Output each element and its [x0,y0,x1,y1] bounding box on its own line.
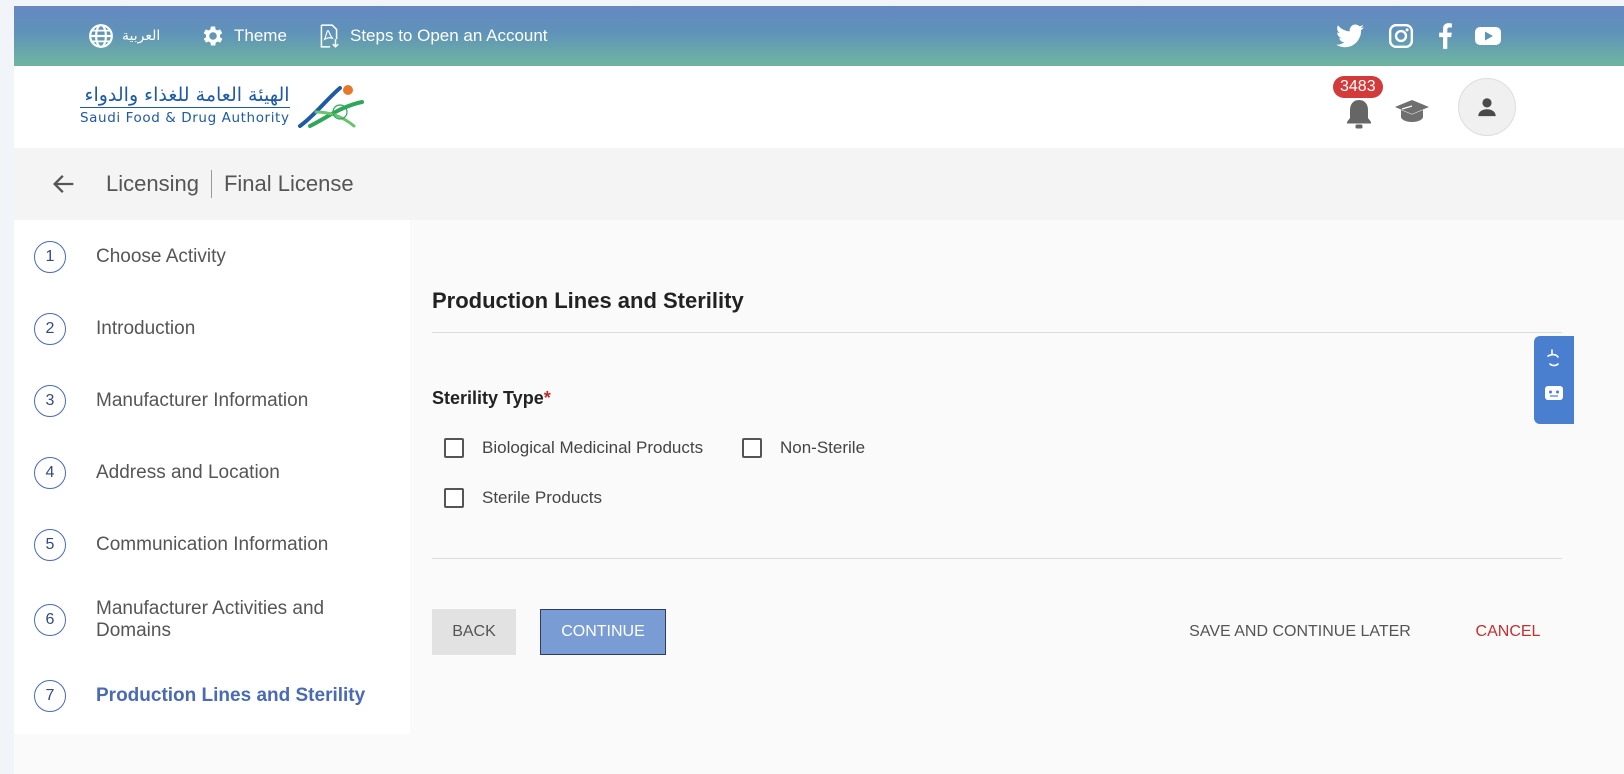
sfda-emblem-icon [297,85,364,128]
checkbox-biological-medicinal[interactable]: Biological Medicinal Products [444,438,703,458]
youtube-link[interactable] [1474,6,1502,66]
steps-link[interactable]: Steps to Open an Account [316,6,548,66]
checkbox-non-sterile[interactable]: Non-Sterile [742,438,865,458]
steps-label: Steps to Open an Account [350,26,548,45]
step-label: Choose Activity [96,246,226,267]
step-manufacturer-activities[interactable]: 6 Manufacturer Activities and Domains [14,590,410,650]
step-number: 1 [34,241,66,273]
step-label: Introduction [96,318,196,339]
continue-button[interactable]: CONTINUE [540,609,666,655]
graduation-cap-icon[interactable] [1394,98,1430,124]
divider [432,558,1562,559]
divider [432,332,1562,333]
step-number: 6 [34,604,66,636]
language-label: العربية [122,28,161,44]
youtube-icon [1475,27,1501,45]
step-label: Manufacturer Activities and Domains [96,598,325,641]
sfda-logo[interactable]: الهيئة العامة للغذاء والدواء Saudi Food … [80,82,366,128]
chat-bot-icon [1545,349,1563,400]
twitter-link[interactable] [1336,6,1364,66]
save-and-continue-later-button[interactable]: SAVE AND CONTINUE LATER [1180,609,1420,655]
step-label: Communication Information [96,534,329,555]
breadcrumb: Licensing Final License [106,170,354,198]
checkbox-label: Non-Sterile [780,438,866,457]
step-communication-information[interactable]: 5 Communication Information [14,515,410,575]
step-introduction[interactable]: 2 Introduction [14,299,410,359]
breadcrumb-bar: Licensing Final License [14,148,1624,221]
step-number: 7 [34,680,66,712]
facebook-link[interactable] [1438,6,1452,66]
checkbox-box[interactable] [742,438,762,458]
instagram-link[interactable] [1388,6,1414,66]
step-label: Address and Location [96,462,280,483]
twitter-icon [1336,24,1364,48]
logo-english-text: Saudi Food & Drug Authority [80,110,290,126]
step-choose-activity[interactable]: 1 Choose Activity [14,227,410,287]
step-number: 3 [34,385,66,417]
step-production-lines[interactable]: 7 Production Lines and Sterility [14,666,410,726]
checkbox-label: Biological Medicinal Products [482,438,704,457]
main-content: Production Lines and Sterility Sterility… [410,220,1624,774]
checkbox-box[interactable] [444,438,464,458]
step-manufacturer-information[interactable]: 3 Manufacturer Information [14,371,410,431]
instagram-icon [1388,23,1414,49]
cancel-button[interactable]: CANCEL [1468,609,1548,655]
page-title: Production Lines and Sterility [432,288,744,313]
step-label: Production Lines and Sterility [96,685,366,706]
back-button[interactable]: BACK [432,609,516,655]
step-address-and-location[interactable]: 4 Address and Location [14,443,410,503]
checkbox-label: Sterile Products [482,488,602,507]
breadcrumb-page: Final License [223,171,354,196]
sterility-type-label: Sterility Type* [432,388,551,408]
notification-badge: 3483 [1333,76,1383,98]
checkbox-sterile-products[interactable]: Sterile Products [444,488,602,508]
theme-label: Theme [234,26,287,45]
step-number: 5 [34,529,66,561]
facebook-icon [1439,23,1452,49]
top-bar: العربية Theme Steps to Open an Account [14,6,1624,66]
globe-icon [89,24,113,48]
pdf-download-icon [320,24,339,48]
steps-sidebar: 1 Choose Activity 2 Introduction 3 Manuf… [14,220,410,734]
gear-icon [203,26,223,46]
required-mark: * [543,388,551,408]
step-number: 2 [34,313,66,345]
logo-arabic-text: الهيئة العامة للغذاء والدواء [84,84,290,106]
user-avatar[interactable] [1458,78,1516,136]
feedback-tab[interactable] [1534,336,1574,424]
checkbox-box[interactable] [444,488,464,508]
brand-bar: الهيئة العامة للغذاء والدواء Saudi Food … [14,66,1624,148]
breadcrumb-separator [210,170,212,198]
arrow-back-icon[interactable] [50,170,78,198]
language-switch[interactable]: العربية [88,6,160,66]
breadcrumb-section[interactable]: Licensing [106,171,199,197]
theme-button[interactable]: Theme [200,6,287,66]
user-icon [1478,98,1496,117]
step-number: 4 [34,457,66,489]
step-label: Manufacturer Information [96,390,309,411]
app-window: العربية Theme Steps to Open an Account ا… [14,6,1624,774]
